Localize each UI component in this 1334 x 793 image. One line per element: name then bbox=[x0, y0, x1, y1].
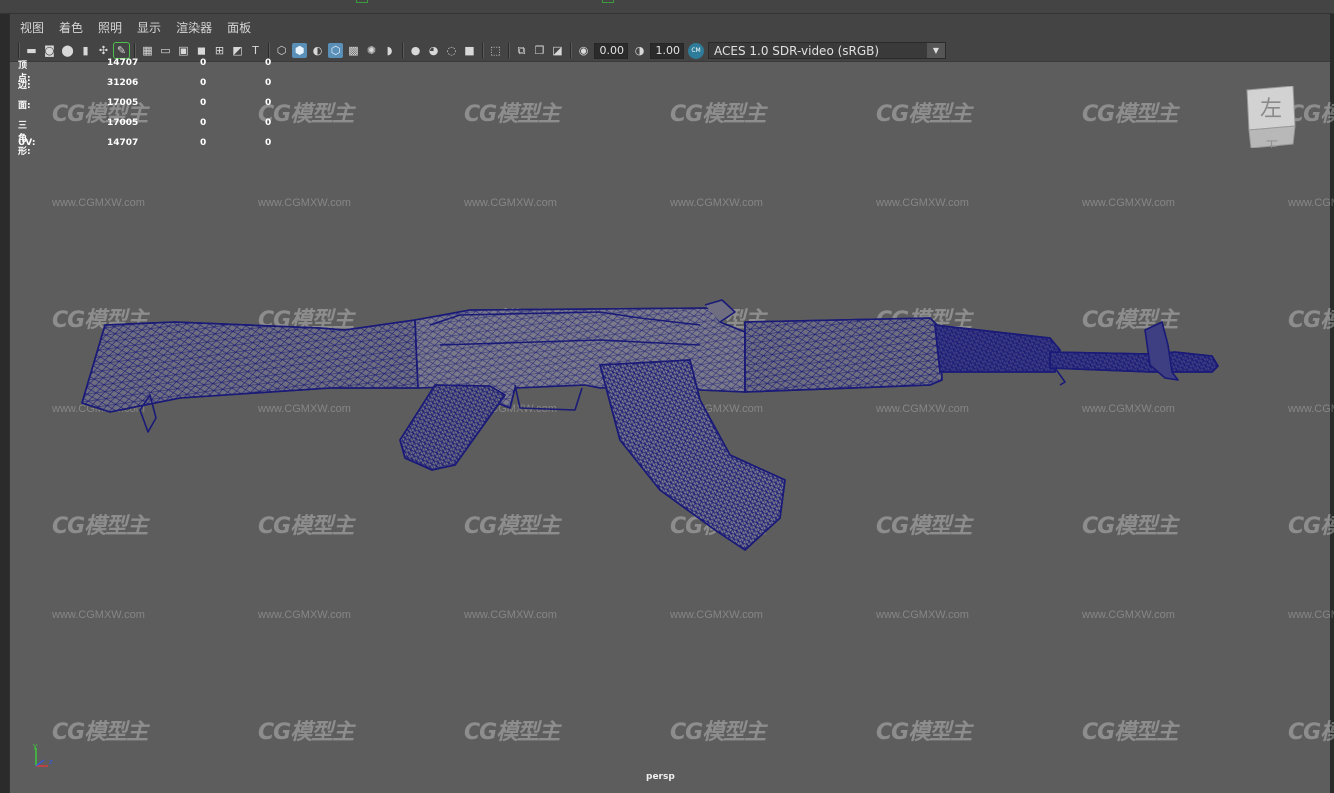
viewcube-bottom-label: 上 bbox=[1266, 138, 1278, 148]
viewcube[interactable]: 左 上 bbox=[1245, 86, 1297, 148]
svg-text:y: y bbox=[33, 742, 37, 750]
hud-value: 0 bbox=[200, 78, 207, 88]
hud-value: 31206 bbox=[107, 78, 139, 88]
hud-value: 0 bbox=[265, 118, 272, 128]
hud-value: 0 bbox=[200, 98, 207, 108]
hud-value: 0 bbox=[265, 78, 272, 88]
hud-value: 0 bbox=[265, 58, 272, 68]
hud-value: 14707 bbox=[107, 58, 139, 68]
hud-value: 0 bbox=[265, 138, 272, 148]
hud-label: 面: bbox=[18, 101, 31, 111]
hud-label: 边: bbox=[18, 81, 31, 91]
svg-text:z: z bbox=[49, 758, 53, 766]
hud-value: 17005 bbox=[107, 118, 139, 128]
hud-value: 0 bbox=[200, 138, 207, 148]
viewcube-face-label: 左 bbox=[1260, 97, 1282, 122]
hud-value: 14707 bbox=[107, 138, 139, 148]
hud-value: 17005 bbox=[107, 98, 139, 108]
hud-label: UV: bbox=[18, 138, 36, 148]
axis-gizmo: y z bbox=[33, 742, 53, 767]
hud-value: 0 bbox=[200, 118, 207, 128]
camera-label: persp bbox=[646, 772, 675, 782]
hud-value: 0 bbox=[265, 98, 272, 108]
hud-value: 0 bbox=[200, 58, 207, 68]
